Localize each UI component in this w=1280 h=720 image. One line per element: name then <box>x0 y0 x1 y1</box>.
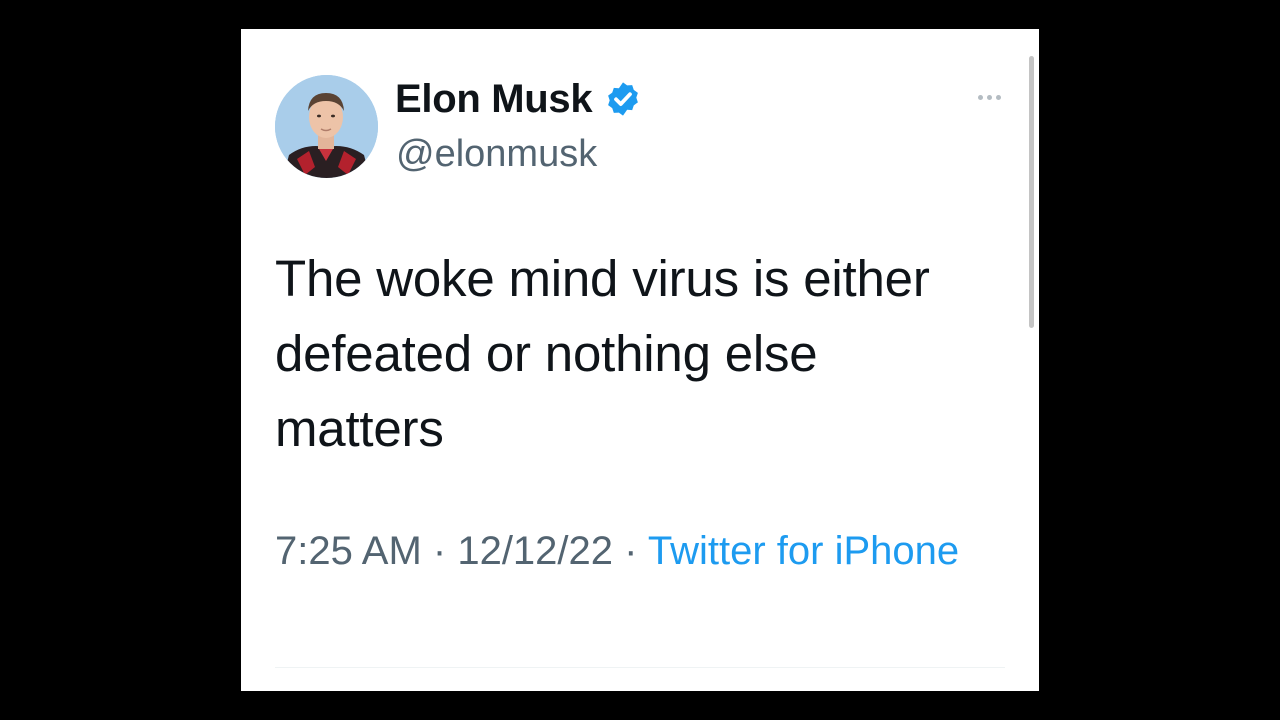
tweet-date[interactable]: 12/12/22 <box>457 529 613 573</box>
verified-badge-icon <box>604 80 642 118</box>
avatar[interactable] <box>275 75 378 178</box>
author-name[interactable]: Elon Musk <box>395 75 642 123</box>
meta-separator: · <box>432 529 458 573</box>
meta-separator: · <box>624 529 648 573</box>
author-handle[interactable]: @elonmusk <box>396 131 597 177</box>
dot-icon <box>995 94 1001 100</box>
more-options-icon[interactable] <box>969 85 1009 109</box>
profile-photo-icon <box>275 75 378 178</box>
divider <box>275 667 1005 668</box>
tweet-meta: 7:25 AM · 12/12/22 · Twitter for iPhone <box>275 522 975 580</box>
tweet-time[interactable]: 7:25 AM <box>275 529 422 573</box>
dot-icon <box>986 94 992 100</box>
scrollbar[interactable] <box>1029 56 1034 328</box>
tweet-source-link[interactable]: Twitter for iPhone <box>648 529 959 573</box>
tweet-text: The woke mind virus is either defeated o… <box>275 250 930 457</box>
dot-icon <box>977 94 983 100</box>
author-name-text: Elon Musk <box>395 77 593 121</box>
tweet-card: Elon Musk @elonmusk The woke mind virus … <box>241 29 1039 691</box>
